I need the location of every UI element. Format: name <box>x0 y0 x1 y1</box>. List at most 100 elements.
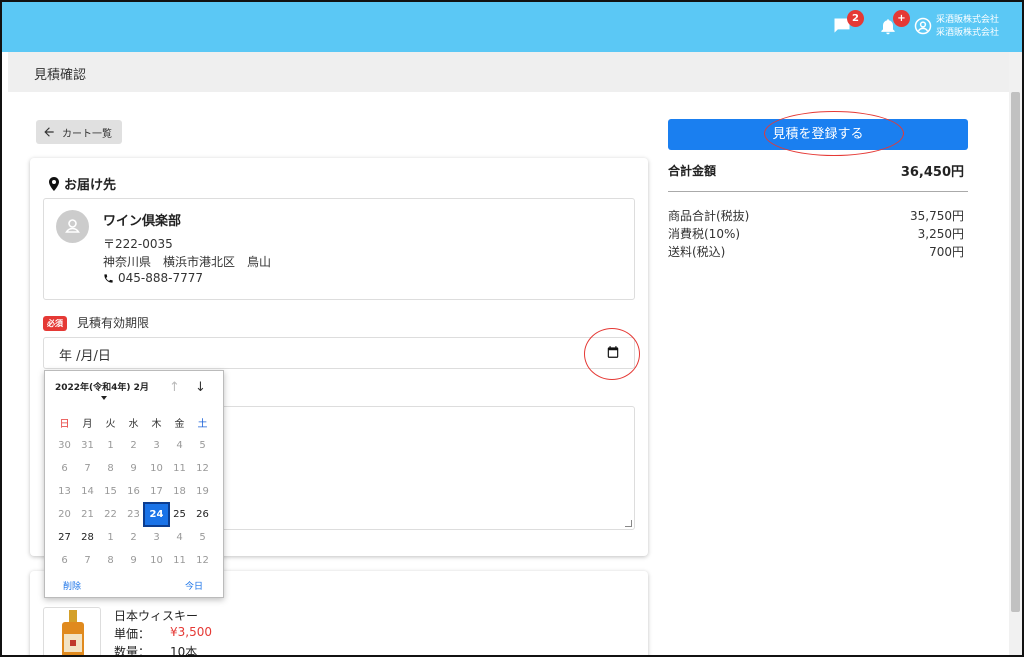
calendar-day[interactable]: 6 <box>53 463 76 474</box>
arrow-left-icon <box>44 127 54 137</box>
subtotal-label: 商品合計(税抜) <box>668 209 750 223</box>
page-header: 見積確認 <box>8 52 1009 92</box>
chat-icon[interactable]: 2 <box>832 10 864 38</box>
calendar-day[interactable]: 6 <box>53 555 76 566</box>
account-icon[interactable] <box>914 17 936 39</box>
unit-price-value: ¥3,500 <box>170 625 212 639</box>
arrow-down-icon[interactable]: ↓ <box>195 380 206 395</box>
annotation-circle-register <box>764 111 904 156</box>
arrow-up-icon[interactable]: ↑ <box>169 380 180 395</box>
calendar-day[interactable]: 22 <box>99 509 122 520</box>
calendar-day[interactable]: 25 <box>168 509 191 520</box>
delivery-section-title: お届け先 <box>48 174 116 193</box>
annotation-circle-calendar <box>584 328 640 380</box>
calendar-week-row: 6 7 8 9 10 11 12 <box>53 457 217 480</box>
calendar-month-label[interactable]: 2022年(令和4年) 2月 <box>55 380 149 393</box>
tax-label: 消費税(10%) <box>668 227 741 241</box>
calendar-day[interactable]: 28 <box>76 532 99 543</box>
calendar-day[interactable]: 17 <box>145 486 168 497</box>
weekday-header: 火 <box>105 419 116 430</box>
calendar-day[interactable]: 19 <box>191 486 214 497</box>
total-value: 36,450円 <box>900 165 964 180</box>
product-name: 日本ウィスキー <box>114 609 199 623</box>
notify-badge: + <box>893 10 910 27</box>
calendar-day[interactable]: 5 <box>191 440 214 451</box>
weekday-header: 金 <box>174 419 185 430</box>
calendar-day[interactable]: 4 <box>168 440 191 451</box>
address-text: 神奈川県 横浜市港北区 鳥山 <box>103 255 272 269</box>
calendar-day[interactable]: 10 <box>145 463 168 474</box>
weekday-header: 水 <box>128 419 139 430</box>
calendar-week-row: 13 14 15 16 17 18 19 <box>53 480 217 503</box>
calendar-day[interactable]: 4 <box>168 532 191 543</box>
weekday-header: 月 <box>82 419 93 430</box>
unit-price-label: 単価： <box>114 627 151 641</box>
calendar-day[interactable]: 16 <box>122 486 145 497</box>
calendar-day[interactable]: 23 <box>122 509 145 520</box>
calendar-day[interactable]: 11 <box>168 555 191 566</box>
calendar-day[interactable]: 18 <box>168 486 191 497</box>
calendar-week-row: 27 28 1 2 3 4 5 <box>53 526 217 549</box>
calendar-day[interactable]: 13 <box>53 486 76 497</box>
calendar-day[interactable]: 30 <box>53 440 76 451</box>
calendar-grid: 日月火水木金土 30 31 1 2 3 4 5 6 7 8 9 10 11 12 13 14 15 16 17 18 19… <box>53 411 217 572</box>
avatar <box>56 210 89 243</box>
summary-divider <box>668 191 968 192</box>
scrollbar-thumb[interactable] <box>1011 92 1020 612</box>
tax-value: 3,250円 <box>917 227 964 241</box>
calendar-day[interactable]: 20 <box>53 509 76 520</box>
calendar-day[interactable]: 8 <box>99 463 122 474</box>
quantity-value: 10本 <box>170 645 198 657</box>
date-picker-popup: 2022年(令和4年) 2月 ↑ ↓ 日月火水木金土 30 31 1 2 3 4 5 6 7 8 9 1… <box>44 370 224 598</box>
calendar-day[interactable]: 2 <box>122 532 145 543</box>
shipping-label: 送料(税込) <box>668 245 726 259</box>
calendar-day[interactable]: 24 <box>143 502 170 527</box>
scrollbar[interactable] <box>1009 52 1022 655</box>
phone-row: 045-888-7777 <box>103 271 203 285</box>
calendar-day[interactable]: 8 <box>99 555 122 566</box>
shipping-value: 700円 <box>929 245 964 259</box>
calendar-day[interactable]: 10 <box>145 555 168 566</box>
expiry-date-input[interactable]: 年 /月/日 <box>43 337 635 369</box>
calendar-day[interactable]: 3 <box>145 532 168 543</box>
bell-icon[interactable]: + <box>878 10 910 38</box>
calendar-day[interactable]: 26 <box>191 509 214 520</box>
expiry-label: 見積有効期限 <box>77 316 150 330</box>
app-window: 2 + 采酒販株式会社 采酒販株式会社 見積確認 カート一覧 お届け先 ワイン倶… <box>0 0 1024 657</box>
postal-code: 〒222-0035 <box>103 237 173 251</box>
calendar-clear-button[interactable]: 削除 <box>63 579 81 592</box>
calendar-day[interactable]: 11 <box>168 463 191 474</box>
required-badge: 必須 <box>43 316 67 331</box>
date-placeholder: 年 /月/日 <box>59 349 111 364</box>
calendar-day[interactable]: 5 <box>191 532 214 543</box>
resize-handle[interactable] <box>625 520 632 527</box>
calendar-day[interactable]: 21 <box>76 509 99 520</box>
calendar-day[interactable]: 14 <box>76 486 99 497</box>
total-label: 合計金額 <box>668 164 717 178</box>
calendar-day[interactable]: 1 <box>99 532 122 543</box>
calendar-day[interactable]: 7 <box>76 555 99 566</box>
calendar-week-row: 20 21 22 23 24 25 26 <box>53 502 217 527</box>
calendar-day[interactable]: 7 <box>76 463 99 474</box>
calendar-day[interactable]: 12 <box>191 463 214 474</box>
month-dropdown-caret-icon[interactable] <box>101 396 107 400</box>
page-title: 見積確認 <box>34 68 87 83</box>
calendar-day[interactable]: 2 <box>122 440 145 451</box>
location-pin-icon <box>49 176 59 191</box>
calendar-today-button[interactable]: 今日 <box>185 579 203 592</box>
phone-icon <box>104 273 113 283</box>
calendar-day[interactable]: 1 <box>99 440 122 451</box>
calendar-day[interactable]: 27 <box>53 532 76 543</box>
calendar-day[interactable]: 31 <box>76 440 99 451</box>
calendar-day[interactable]: 3 <box>145 440 168 451</box>
calendar-week-row: 30 31 1 2 3 4 5 <box>53 434 217 457</box>
company-name[interactable]: 采酒販株式会社 采酒販株式会社 <box>936 14 999 40</box>
calendar-day[interactable]: 9 <box>122 463 145 474</box>
remarks-textarea[interactable] <box>221 406 635 530</box>
back-to-cart-button[interactable]: カート一覧 <box>36 120 122 144</box>
calendar-week-row: 6 7 8 9 10 11 12 <box>53 549 217 572</box>
recipient-name: ワイン倶楽部 <box>103 214 182 229</box>
calendar-day[interactable]: 15 <box>99 486 122 497</box>
calendar-day[interactable]: 12 <box>191 555 214 566</box>
calendar-day[interactable]: 9 <box>122 555 145 566</box>
